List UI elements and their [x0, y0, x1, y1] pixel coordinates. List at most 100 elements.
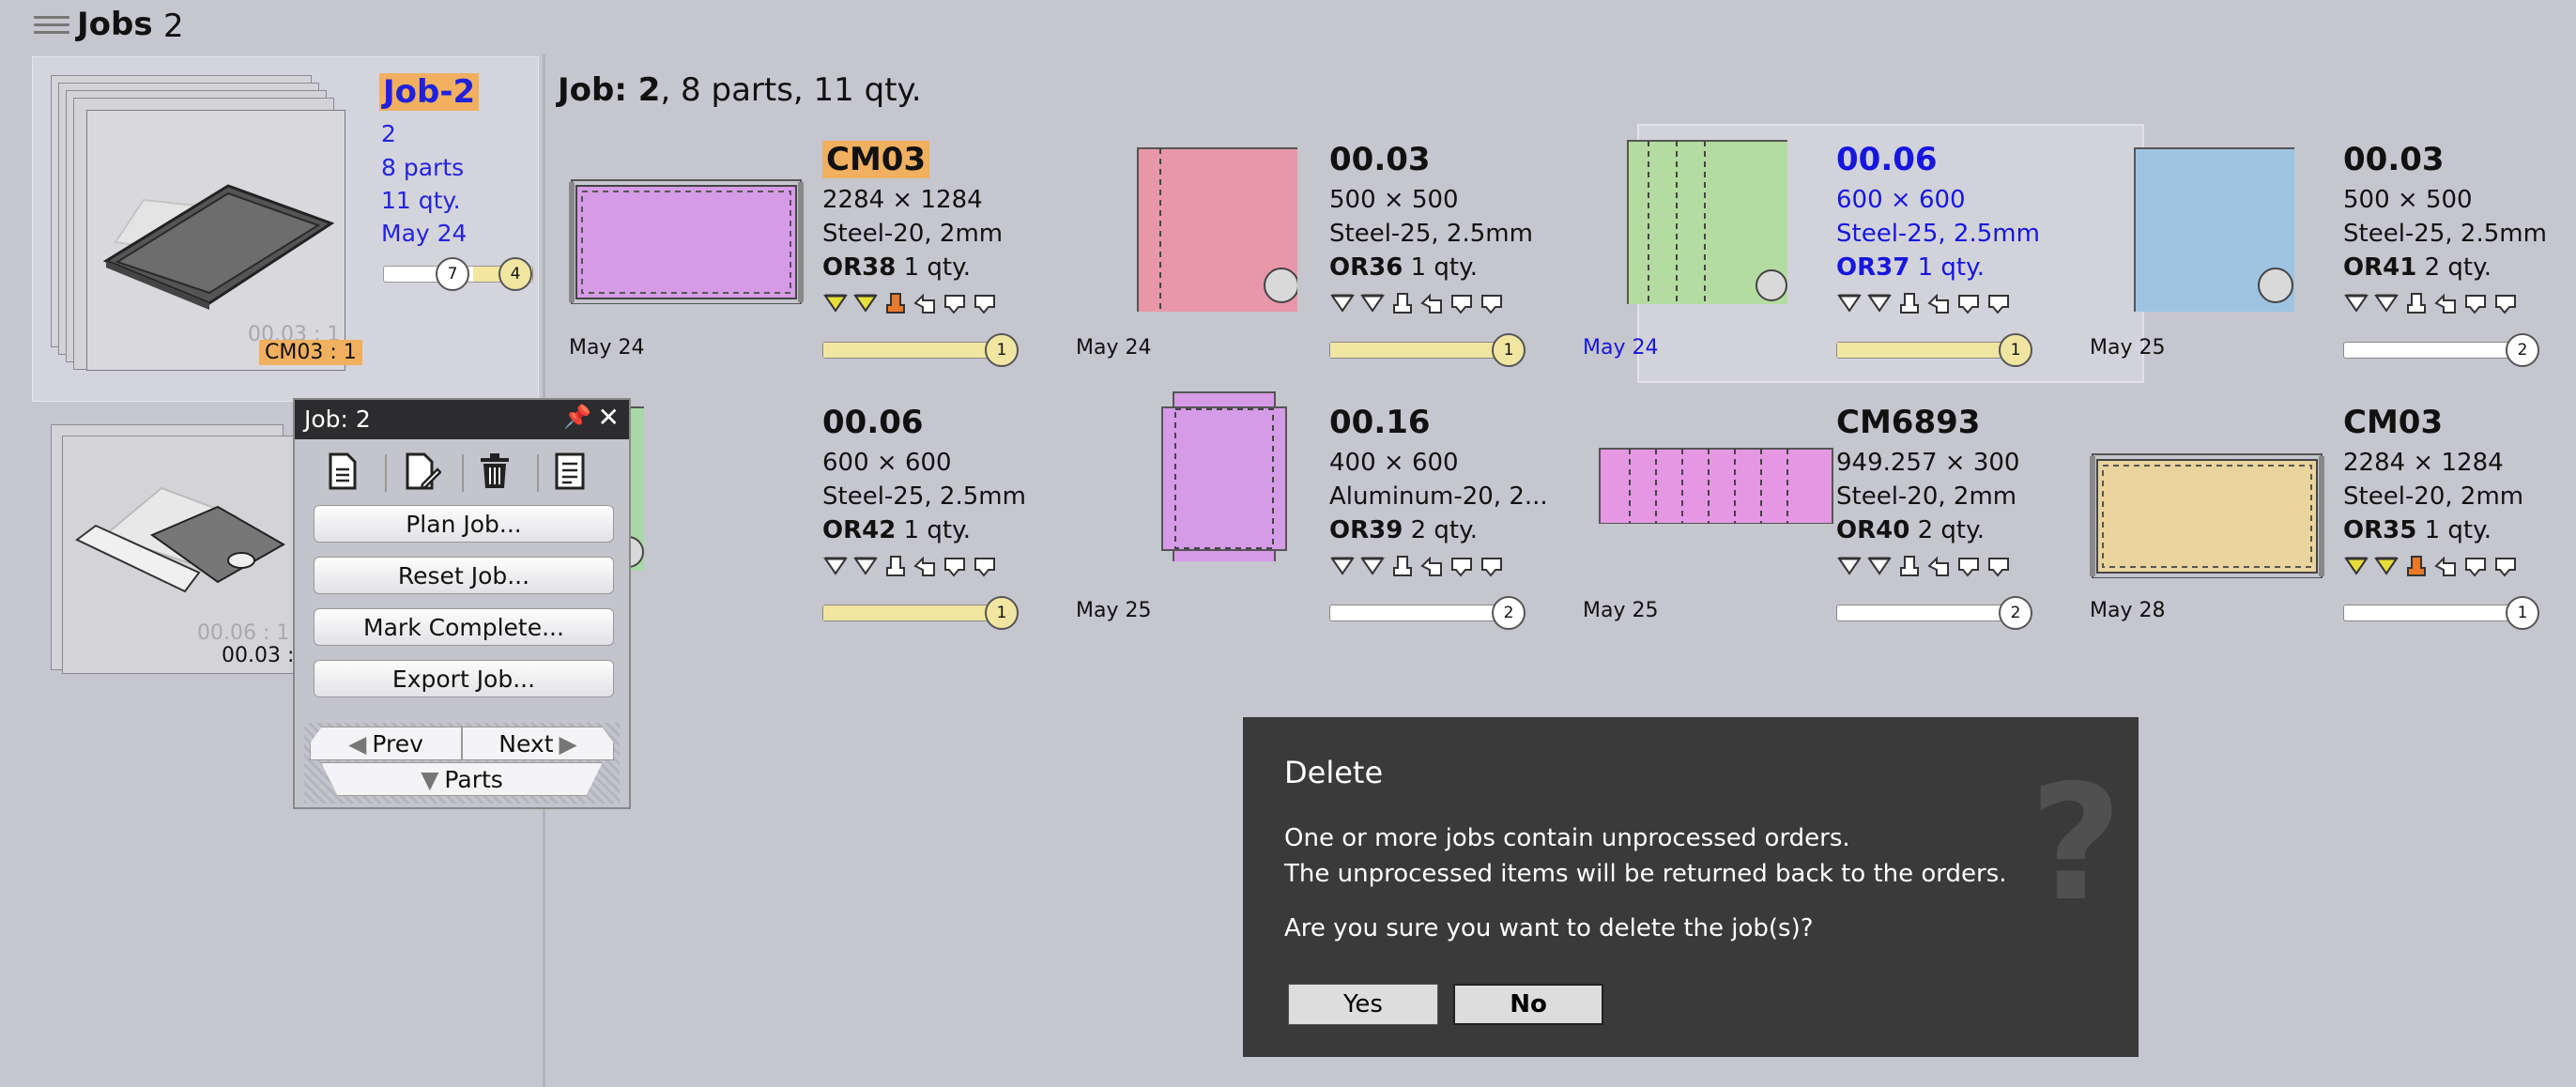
part-name[interactable]: 00.16 — [1329, 404, 1431, 441]
bend-down-right-icon[interactable] — [1986, 291, 2013, 315]
report-icon[interactable] — [554, 452, 586, 494]
bend-down-icon[interactable] — [1449, 554, 1476, 578]
deburr-icon[interactable] — [2373, 291, 2400, 315]
plan-job-button[interactable]: Plan Job... — [314, 505, 614, 543]
close-icon[interactable]: ✕ — [598, 402, 620, 433]
order-qty: 2 qty. — [1917, 516, 1986, 544]
part-dims: 500 × 500 — [2343, 186, 2473, 214]
deburr-icon[interactable] — [822, 291, 849, 315]
bend-down-right-icon[interactable] — [2493, 291, 2520, 315]
deburr-icon[interactable] — [2343, 554, 2369, 578]
order-id[interactable]: OR42 — [822, 516, 896, 544]
deburr-icon[interactable] — [1836, 291, 1863, 315]
bend-icon[interactable] — [2403, 554, 2430, 578]
deburr-icon[interactable] — [1866, 554, 1893, 578]
deburr-icon[interactable] — [1359, 554, 1386, 578]
order-id[interactable]: OR39 — [1329, 516, 1403, 544]
operation-icons — [1329, 554, 1506, 578]
job-name[interactable]: Job-2 — [379, 73, 480, 111]
deburr-icon[interactable] — [852, 554, 879, 578]
next-button[interactable]: Next ▶ — [462, 727, 614, 760]
deburr-icon[interactable] — [2343, 291, 2369, 315]
deburr-icon[interactable] — [2373, 554, 2400, 578]
no-button[interactable]: No — [1453, 984, 1603, 1025]
bend-left-icon[interactable] — [1926, 291, 1953, 315]
deburr-icon[interactable] — [1836, 554, 1863, 578]
mark-complete-button[interactable]: Mark Complete... — [314, 608, 614, 646]
part-name[interactable]: 00.03 — [1329, 141, 1431, 178]
deburr-icon[interactable] — [1329, 554, 1356, 578]
reset-job-button[interactable]: Reset Job... — [314, 557, 614, 594]
edit-document-icon[interactable] — [404, 452, 442, 494]
part-progress-bar: 1 — [2343, 596, 2539, 630]
bend-down-icon[interactable] — [1956, 291, 1983, 315]
bend-icon[interactable] — [1389, 291, 1416, 315]
order-id[interactable]: OR38 — [822, 253, 896, 282]
deburr-icon[interactable] — [1866, 291, 1893, 315]
arrow-left-icon: ◀ — [348, 729, 367, 758]
bend-left-icon[interactable] — [1926, 554, 1953, 578]
new-document-icon[interactable] — [327, 452, 359, 494]
part-name[interactable]: CM6893 — [1836, 404, 1980, 441]
bend-left-icon[interactable] — [2433, 291, 2460, 315]
order-id[interactable]: OR35 — [2343, 516, 2416, 544]
bend-icon[interactable] — [882, 554, 909, 578]
bend-down-right-icon[interactable] — [973, 554, 999, 578]
bend-icon[interactable] — [2403, 291, 2430, 315]
part-name[interactable]: CM03 — [822, 141, 930, 178]
order-id[interactable]: OR40 — [1836, 516, 1909, 544]
bend-down-right-icon[interactable] — [2493, 554, 2520, 578]
part-progress-fill — [1837, 343, 2014, 358]
parts-button[interactable]: ▼ Parts — [321, 762, 603, 796]
order-qty: 1 qty. — [1410, 253, 1479, 282]
toolbar-separator — [385, 454, 387, 492]
part-order: OR41 2 qty. — [2343, 253, 2492, 282]
operation-icons — [822, 554, 999, 578]
yes-button[interactable]: Yes — [1288, 984, 1438, 1025]
deburr-icon[interactable] — [1359, 291, 1386, 315]
bend-left-icon[interactable] — [912, 291, 939, 315]
menu-icon[interactable] — [34, 11, 69, 41]
delete-icon[interactable] — [479, 452, 511, 494]
part-name[interactable]: CM03 — [2343, 404, 2443, 441]
order-id[interactable]: OR37 — [1836, 253, 1909, 282]
popup-header: Job: 2 📌 ✕ — [295, 400, 629, 439]
prev-button[interactable]: ◀ Prev — [310, 727, 462, 760]
thumb-part-label: CM03 : 1 — [259, 340, 362, 365]
deburr-icon[interactable] — [822, 554, 849, 578]
order-id[interactable]: OR36 — [1329, 253, 1403, 282]
bend-down-icon[interactable] — [943, 291, 969, 315]
bend-down-icon[interactable] — [1449, 291, 1476, 315]
pin-icon[interactable]: 📌 — [563, 404, 591, 430]
bend-down-icon[interactable] — [943, 554, 969, 578]
order-id[interactable]: OR41 — [2343, 253, 2416, 282]
bend-down-right-icon[interactable] — [1480, 554, 1506, 578]
bend-left-icon[interactable] — [912, 554, 939, 578]
bend-down-right-icon[interactable] — [1986, 554, 2013, 578]
bend-left-icon[interactable] — [2433, 554, 2460, 578]
part-progress-fill — [1330, 343, 1507, 358]
deburr-icon[interactable] — [1329, 291, 1356, 315]
bend-down-icon[interactable] — [2463, 554, 2490, 578]
bend-icon[interactable] — [1896, 291, 1923, 315]
part-name[interactable]: 00.06 — [1836, 141, 1938, 178]
bend-icon[interactable] — [882, 291, 909, 315]
bend-down-right-icon[interactable] — [1480, 291, 1506, 315]
order-qty: 1 qty. — [1917, 253, 1986, 282]
bend-left-icon[interactable] — [1419, 291, 1446, 315]
deburr-icon[interactable] — [852, 291, 879, 315]
part-shape — [1600, 116, 1802, 314]
bend-down-icon[interactable] — [1956, 554, 1983, 578]
bend-icon[interactable] — [1896, 554, 1923, 578]
nav-area: ◀ Prev Next ▶ ▼ Parts — [304, 723, 620, 804]
part-name[interactable]: 00.03 — [2343, 141, 2445, 178]
export-job-button[interactable]: Export Job... — [314, 660, 614, 697]
part-progress-bar: 2 — [1329, 596, 1526, 630]
bend-down-icon[interactable] — [2463, 291, 2490, 315]
bend-down-right-icon[interactable] — [973, 291, 999, 315]
bend-icon[interactable] — [1389, 554, 1416, 578]
bend-left-icon[interactable] — [1419, 554, 1446, 578]
part-name[interactable]: 00.06 — [822, 404, 924, 441]
part-dims: 600 × 600 — [1836, 186, 1966, 214]
dialog-message-line1: One or more jobs contain unprocessed ord… — [1284, 824, 1850, 852]
